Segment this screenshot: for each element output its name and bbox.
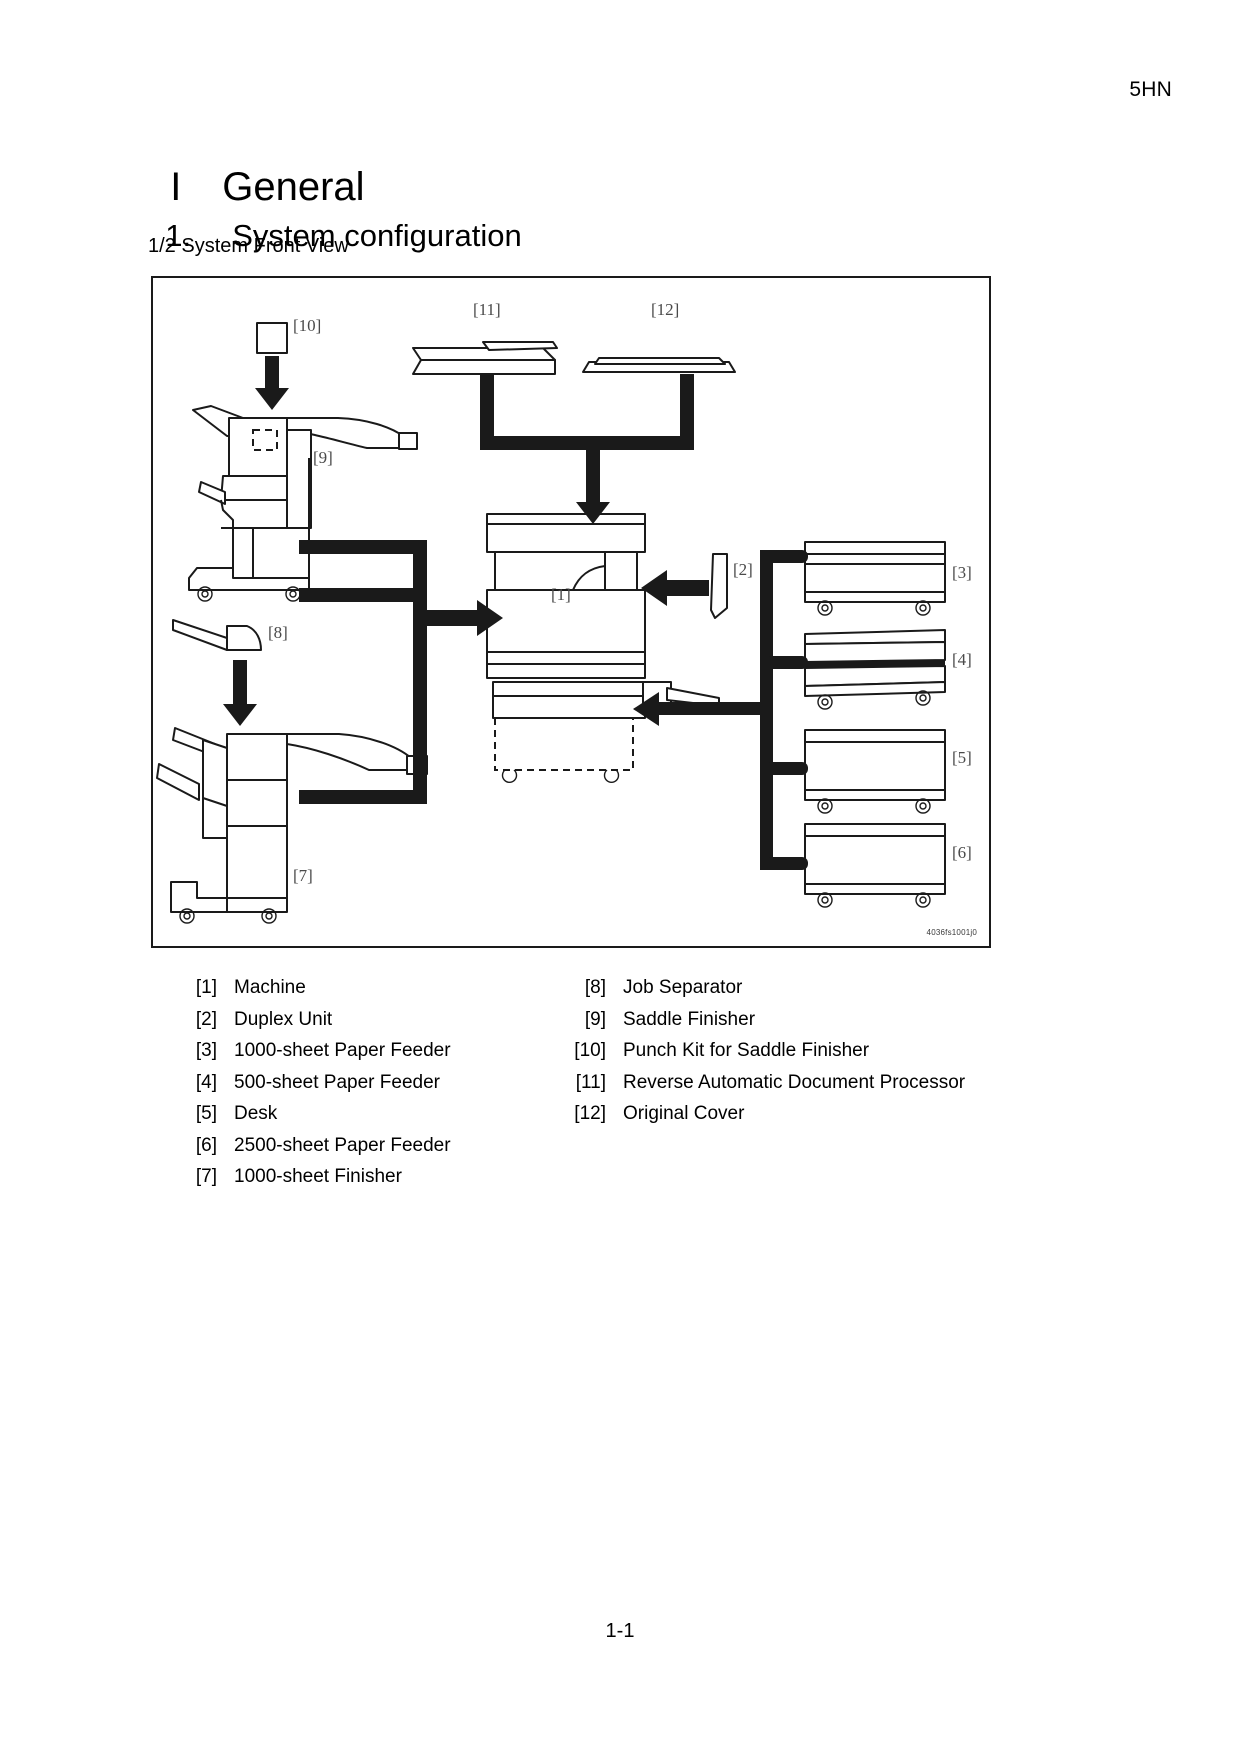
legend-label: 1000-sheet Paper Feeder <box>234 1040 451 1061</box>
legend-item: [2] Duplex Unit <box>167 1004 597 1036</box>
paper-feeder-2500-graphic <box>804 823 946 908</box>
callout-3: [3] <box>952 563 972 582</box>
legend-item: [12] Original Cover <box>556 1098 1026 1130</box>
radp-graphic <box>412 341 558 375</box>
callout-6: [6] <box>952 843 972 862</box>
original-cover-graphic <box>582 357 736 373</box>
callout-4: [4] <box>952 650 972 669</box>
legend-left-column: [1] Machine [2] Duplex Unit [3] 1000-she… <box>167 972 597 1193</box>
legend-item: [4] 500-sheet Paper Feeder <box>167 1067 597 1099</box>
callout-9: [9] <box>313 448 333 467</box>
duplex-unit-graphic <box>710 553 728 619</box>
legend-key: [5] <box>195 1103 217 1124</box>
legend-label: Saddle Finisher <box>623 1008 756 1030</box>
finisher-1000-graphic <box>156 727 428 924</box>
legend-label: 500-sheet Paper Feeder <box>234 1071 440 1093</box>
connector-duplex-arrow <box>641 570 709 606</box>
legend-label: Reverse Automatic Document Processor <box>623 1071 966 1093</box>
saddle-finisher-graphic <box>188 405 418 602</box>
paper-feeder-1000-graphic <box>804 541 946 616</box>
running-head: 5HN <box>1129 78 1172 101</box>
legend-key: [12] <box>574 1103 606 1124</box>
legend-item: [1] Machine <box>167 972 597 1004</box>
legend-item: [6] 2500-sheet Paper Feeder <box>167 1130 597 1162</box>
system-configuration-figure: .ol { fill:#ffffff; stroke:#1a1a1a; stro… <box>151 276 991 948</box>
callout-5: [5] <box>952 748 972 767</box>
legend-key: [1] <box>195 977 217 998</box>
callout-7: [7] <box>293 866 313 885</box>
figure-drawing-code: 4036fs1001j0 <box>926 928 977 937</box>
callout-2: [2] <box>733 560 753 579</box>
paper-feeder-500-graphic <box>804 629 946 710</box>
legend-key: [9] <box>584 1008 606 1030</box>
connector-top-to-machine <box>480 374 694 524</box>
callout-10: [10] <box>293 316 322 335</box>
legend-label: Job Separator <box>623 977 743 998</box>
desk-graphic <box>804 729 946 814</box>
legend-item: [9] Saddle Finisher <box>556 1004 1026 1036</box>
legend-key: [2] <box>195 1008 217 1030</box>
callout-12: [12] <box>651 300 680 319</box>
legend-key: [4] <box>195 1071 217 1093</box>
legend-item: [11] Reverse Automatic Document Processo… <box>556 1067 1026 1099</box>
legend-key: [8] <box>584 977 606 998</box>
legend-item: [3] 1000-sheet Paper Feeder <box>167 1035 597 1067</box>
punch-kit-graphic <box>255 322 289 410</box>
machine-graphic <box>486 513 720 784</box>
legend-label: Desk <box>234 1103 278 1124</box>
legend-label: Machine <box>234 977 306 998</box>
legend-item: [8] Job Separator <box>556 972 1026 1004</box>
subsection-heading: 1/2 System Front View <box>148 235 349 257</box>
legend-key: [11] <box>575 1071 606 1093</box>
callout-11: [11] <box>473 300 501 319</box>
callout-8: [8] <box>268 623 288 642</box>
legend-label: Punch Kit for Saddle Finisher <box>623 1040 870 1061</box>
job-separator-graphic <box>172 619 262 726</box>
legend-right-column: [8] Job Separator [9] Saddle Finisher [1… <box>556 972 1026 1130</box>
legend-label: 2500-sheet Paper Feeder <box>234 1134 451 1156</box>
legend-key: [3] <box>195 1040 217 1061</box>
legend-label: Duplex Unit <box>234 1008 333 1030</box>
legend-key: [7] <box>195 1166 217 1187</box>
legend-item: [7] 1000-sheet Finisher <box>167 1161 597 1193</box>
page-number: 1-1 <box>605 1620 635 1642</box>
legend-item: [10] Punch Kit for Saddle Finisher <box>556 1035 1026 1067</box>
legend-label: Original Cover <box>623 1103 745 1124</box>
system-diagram-artwork: .ol { fill:#ffffff; stroke:#1a1a1a; stro… <box>156 322 946 924</box>
legend-key: [6] <box>195 1134 217 1156</box>
legend-label: 1000-sheet Finisher <box>234 1166 402 1187</box>
legend-item: [5] Desk <box>167 1098 597 1130</box>
legend-key: [10] <box>574 1040 606 1061</box>
callout-1: [1] <box>551 585 571 604</box>
